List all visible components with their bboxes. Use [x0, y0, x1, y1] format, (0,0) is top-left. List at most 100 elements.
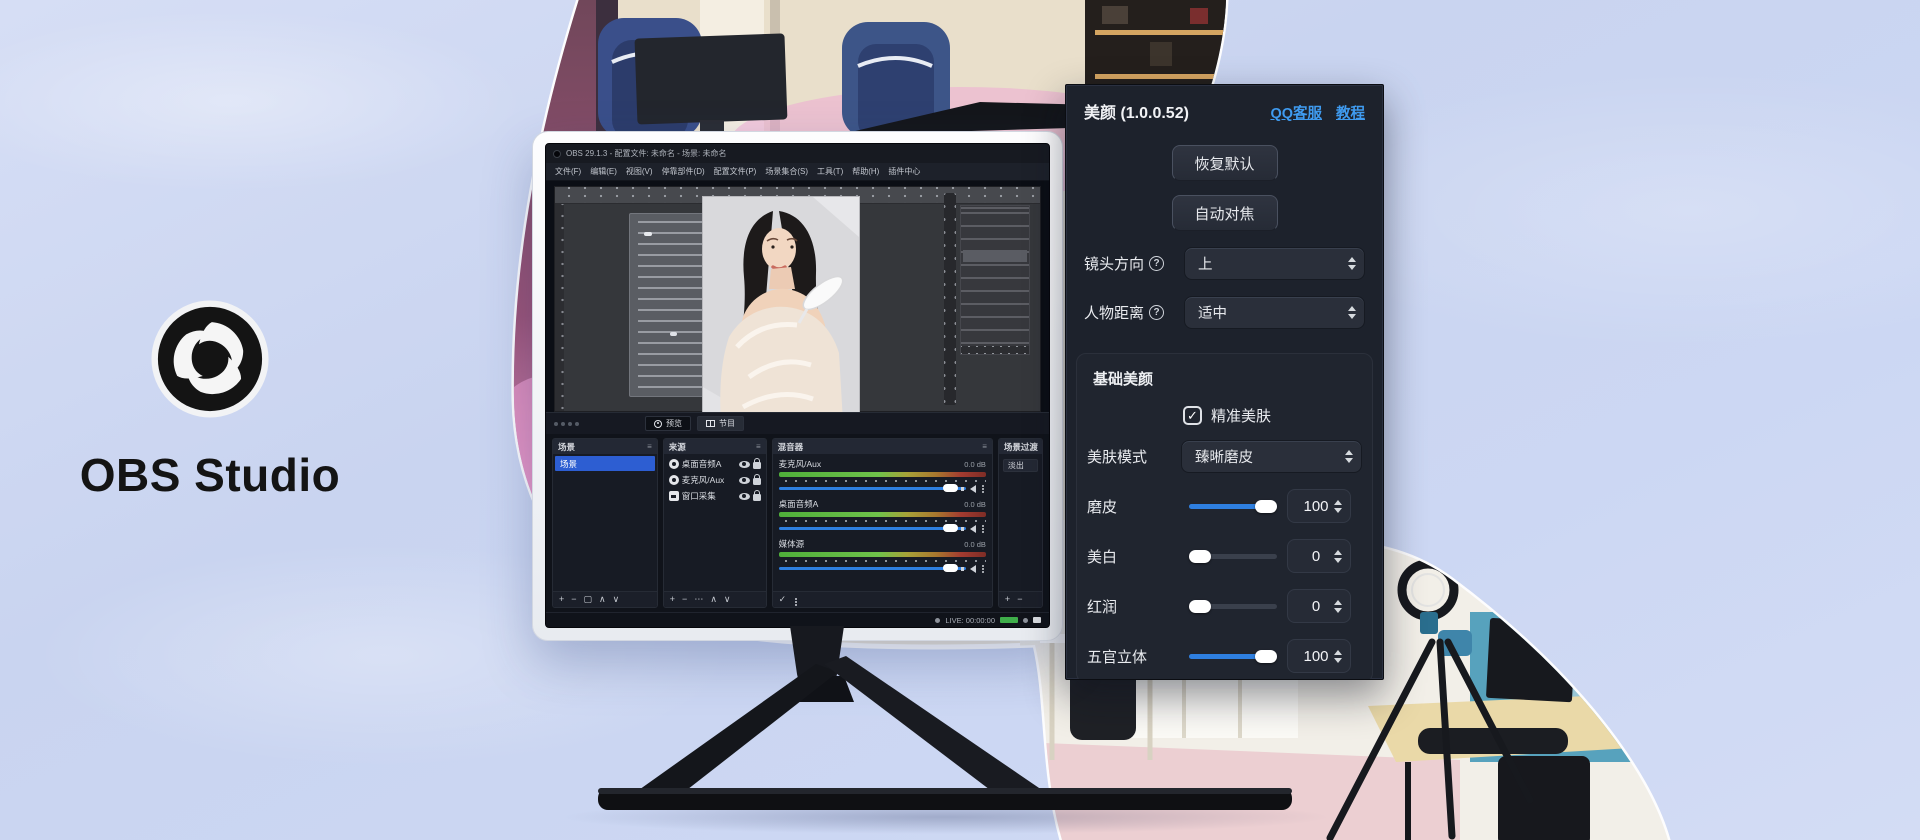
qq-support-link[interactable]: QQ客服	[1270, 102, 1322, 123]
obs-app-icon	[553, 150, 561, 158]
speaker-icon[interactable]	[970, 485, 976, 493]
volume-slider[interactable]	[779, 484, 986, 493]
select-spinner-icon	[1348, 306, 1356, 319]
dock-menu-icon[interactable]: ≡	[756, 442, 761, 451]
menu-tools[interactable]: 工具(T)	[817, 166, 843, 177]
stepper-arrows-icon[interactable]	[1334, 500, 1342, 513]
tab-program[interactable]: 节目	[697, 416, 744, 431]
channel-kebab-icon[interactable]	[982, 488, 984, 490]
volume-handle[interactable]	[943, 524, 958, 532]
move-source-up-icon[interactable]: ∧	[710, 595, 717, 604]
whitening-value-box[interactable]: 0	[1287, 539, 1351, 573]
panel-header: 美颜 (1.0.0.52) QQ客服 教程	[1084, 99, 1365, 123]
visibility-eye-icon[interactable]	[739, 461, 750, 468]
volume-meter	[779, 552, 986, 557]
lock-icon[interactable]	[753, 478, 761, 485]
channel-kebab-icon[interactable]	[982, 528, 984, 530]
lens-direction-select[interactable]: 上	[1184, 247, 1365, 280]
volume-slider[interactable]	[779, 524, 986, 533]
source-row[interactable]: 麦克风/Aux	[666, 472, 764, 488]
tab-preview[interactable]: 预览	[645, 416, 691, 431]
transition-select[interactable]: 淡出	[1003, 459, 1038, 472]
move-scene-down-icon[interactable]: ∨	[613, 595, 620, 604]
window-capture-source-icon	[669, 491, 679, 501]
layers-panel-footer	[961, 346, 1029, 354]
whitening-slider[interactable]	[1189, 550, 1277, 563]
restore-default-button[interactable]: 恢复默认	[1172, 145, 1278, 181]
source-row[interactable]: 桌面音频A	[666, 456, 764, 472]
slider-handle[interactable]	[1189, 550, 1211, 563]
face-definition-slider[interactable]	[1189, 650, 1277, 663]
volume-handle[interactable]	[943, 484, 958, 492]
autofocus-button[interactable]: 自动对焦	[1172, 195, 1278, 231]
volume-meter	[779, 512, 986, 517]
slider-handle[interactable]	[1255, 500, 1277, 513]
skin-mode-value: 臻晰磨皮	[1195, 446, 1253, 467]
lock-icon[interactable]	[753, 494, 761, 501]
precise-skin-checkbox[interactable]: ✓	[1183, 406, 1202, 425]
mixer-kebab-icon[interactable]	[795, 601, 797, 603]
mixer-config-icon[interactable]: ✓	[779, 595, 787, 604]
stepper-arrows-icon[interactable]	[1334, 600, 1342, 613]
menu-edit[interactable]: 编辑(E)	[590, 166, 617, 177]
menu-file[interactable]: 文件(F)	[555, 166, 581, 177]
monitor-screen: OBS 29.1.3 - 配置文件: 未命名 - 场景: 未命名 文件(F) 编…	[545, 143, 1050, 628]
sources-toolbar: + − ⋯ ∧ ∨	[664, 591, 766, 607]
dock-menu-icon[interactable]: ≡	[982, 442, 987, 451]
person-distance-value: 适中	[1198, 302, 1227, 323]
dialog-slider-knob	[644, 232, 652, 236]
menu-profile[interactable]: 配置文件(P)	[714, 166, 757, 177]
skin-mode-row: 美肤模式 臻晰磨皮	[1087, 440, 1362, 473]
stepper-arrows-icon[interactable]	[1334, 650, 1342, 663]
split-window-icon	[706, 420, 715, 427]
speaker-icon[interactable]	[970, 565, 976, 573]
channel-label: 桌面音频A	[779, 498, 819, 510]
sources-dock: 来源≡ 桌面音频A 麦克风/Aux	[663, 438, 767, 608]
move-source-down-icon[interactable]: ∨	[724, 595, 731, 604]
rosiness-value-box[interactable]: 0	[1287, 589, 1351, 623]
smoothing-slider[interactable]	[1189, 500, 1277, 513]
portrait-illustration	[703, 197, 859, 412]
menu-scene-collection[interactable]: 场景集合(S)	[765, 166, 808, 177]
menu-view[interactable]: 视图(V)	[626, 166, 653, 177]
skin-mode-select[interactable]: 臻晰磨皮	[1181, 440, 1362, 473]
move-scene-up-icon[interactable]: ∧	[599, 595, 606, 604]
dock-menu-icon[interactable]: ≡	[647, 442, 652, 451]
lock-icon[interactable]	[753, 462, 761, 469]
help-icon[interactable]: ?	[1149, 305, 1164, 320]
add-transition-icon[interactable]: +	[1005, 595, 1010, 604]
tutorial-link[interactable]: 教程	[1336, 102, 1365, 123]
remove-source-icon[interactable]: −	[682, 595, 687, 604]
remove-scene-icon[interactable]: −	[571, 595, 576, 604]
visibility-eye-icon[interactable]	[739, 493, 750, 500]
channel-kebab-icon[interactable]	[982, 568, 984, 570]
person-distance-select[interactable]: 适中	[1184, 296, 1365, 329]
face-definition-label: 五官立体	[1087, 646, 1147, 667]
whitening-value: 0	[1298, 548, 1334, 565]
speaker-icon[interactable]	[970, 525, 976, 533]
selected-layer-row	[963, 250, 1027, 262]
menu-plugin-center[interactable]: 插件中心	[888, 166, 920, 177]
rosiness-slider[interactable]	[1189, 600, 1277, 613]
strip-indicator-dots	[554, 422, 579, 426]
add-source-icon[interactable]: +	[670, 595, 675, 604]
smoothing-value-box[interactable]: 100	[1287, 489, 1351, 523]
source-properties-icon[interactable]: ⋯	[694, 595, 703, 604]
slider-handle[interactable]	[1189, 600, 1211, 613]
duplicate-scene-icon[interactable]: ▢	[584, 595, 593, 604]
volume-slider[interactable]	[779, 564, 986, 573]
stepper-arrows-icon[interactable]	[1334, 550, 1342, 563]
scene-row-selected[interactable]: 场景	[555, 456, 655, 471]
visibility-eye-icon[interactable]	[739, 477, 750, 484]
menu-help[interactable]: 帮助(H)	[852, 166, 879, 177]
slider-handle[interactable]	[1255, 650, 1277, 663]
smoothing-label: 磨皮	[1087, 496, 1117, 517]
add-scene-icon[interactable]: +	[559, 595, 564, 604]
help-icon[interactable]: ?	[1149, 256, 1164, 271]
face-definition-value-box[interactable]: 100	[1287, 639, 1351, 673]
volume-handle[interactable]	[943, 564, 958, 572]
source-row[interactable]: 窗口采集	[666, 488, 764, 504]
menu-docks[interactable]: 停靠部件(D)	[662, 166, 705, 177]
mixer-channel: 麦克风/Aux0.0 dB	[775, 456, 990, 496]
remove-transition-icon[interactable]: −	[1017, 595, 1022, 604]
